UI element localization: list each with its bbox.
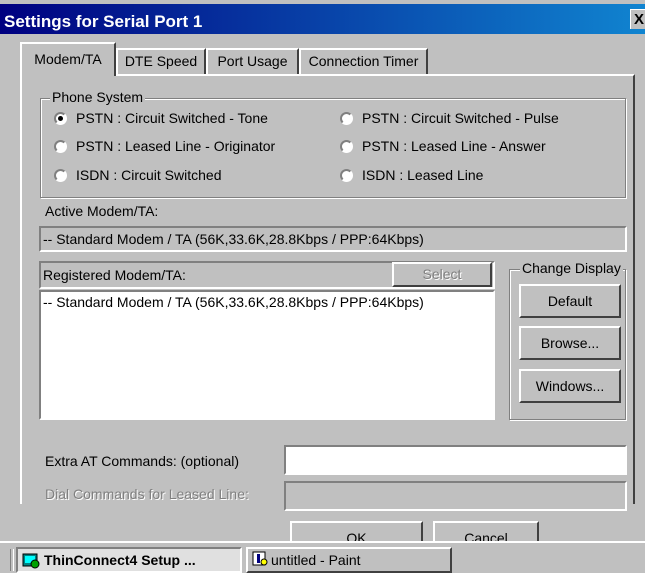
taskbar-item-paint[interactable]: untitled - Paint: [246, 547, 452, 573]
taskbar-item-thinconnect[interactable]: ThinConnect4 Setup ...: [16, 547, 242, 573]
registered-modem-label: Registered Modem/TA:: [43, 267, 186, 283]
radio-label-isdn-circuit[interactable]: ISDN : Circuit Switched: [76, 167, 221, 183]
taskbar-divider: [10, 549, 14, 571]
tab-connection-timer[interactable]: Connection Timer: [299, 48, 428, 74]
windows-button[interactable]: Windows...: [519, 369, 621, 403]
radio-label-pstn-leased-answer[interactable]: PSTN : Leased Line - Answer: [362, 138, 546, 154]
browse-button[interactable]: Browse...: [519, 326, 621, 360]
select-button[interactable]: Select: [392, 262, 492, 287]
change-display-legend: Change Display: [520, 260, 623, 276]
taskbar-item-label: ThinConnect4 Setup ...: [44, 552, 196, 568]
radio-isdn-circuit[interactable]: [54, 169, 67, 182]
extra-at-input[interactable]: [284, 445, 627, 475]
setup-icon: [22, 553, 40, 569]
default-button[interactable]: Default: [519, 284, 621, 318]
taskbar-item-label: untitled - Paint: [271, 552, 361, 568]
radio-label-isdn-leased[interactable]: ISDN : Leased Line: [362, 167, 483, 183]
paint-icon: [252, 551, 268, 566]
window-title: Settings for Serial Port 1: [4, 12, 203, 31]
radio-indicator[interactable]: [54, 140, 67, 153]
radio-pstn-pulse[interactable]: [340, 112, 353, 125]
tab-modem-ta[interactable]: Modem/TA: [20, 42, 116, 76]
radio-indicator[interactable]: [340, 112, 353, 125]
radio-indicator[interactable]: [340, 169, 353, 182]
active-modem-label: Active Modem/TA:: [45, 203, 159, 219]
dial-commands-label: Dial Commands for Leased Line:: [45, 486, 249, 502]
dial-commands-input: [284, 481, 627, 511]
tab-dte-speed[interactable]: DTE Speed: [116, 48, 206, 74]
radio-label-pstn-pulse[interactable]: PSTN : Circuit Switched - Pulse: [362, 110, 559, 126]
title-bar: Settings for Serial Port 1 X: [0, 0, 645, 36]
active-modem-field: -- Standard Modem / TA (56K,33.6K,28.8Kb…: [39, 226, 627, 252]
radio-selected-dot: [58, 116, 63, 121]
title-bar-background: Settings for Serial Port 1: [0, 4, 645, 34]
extra-at-label: Extra AT Commands: (optional): [45, 453, 240, 469]
radio-indicator[interactable]: [54, 169, 67, 182]
radio-label-pstn-tone[interactable]: PSTN : Circuit Switched - Tone: [76, 110, 268, 126]
radio-label-pstn-leased-originator[interactable]: PSTN : Leased Line - Originator: [76, 138, 275, 154]
phone-system-legend: Phone System: [50, 89, 146, 105]
active-modem-value: -- Standard Modem / TA (56K,33.6K,28.8Kb…: [43, 231, 424, 247]
registered-modem-list[interactable]: -- Standard Modem / TA (56K,33.6K,28.8Kb…: [39, 290, 495, 420]
radio-isdn-leased[interactable]: [340, 169, 353, 182]
radio-pstn-leased-answer[interactable]: [340, 140, 353, 153]
radio-indicator[interactable]: [54, 112, 67, 125]
radio-indicator[interactable]: [340, 140, 353, 153]
radio-pstn-leased-originator[interactable]: [54, 140, 67, 153]
taskbar: ThinConnect4 Setup ... untitled - Paint: [0, 541, 645, 573]
tab-port-usage[interactable]: Port Usage: [206, 48, 299, 74]
close-button[interactable]: X: [630, 9, 645, 29]
list-item[interactable]: -- Standard Modem / TA (56K,33.6K,28.8Kb…: [43, 294, 424, 310]
radio-pstn-tone[interactable]: [54, 112, 67, 125]
